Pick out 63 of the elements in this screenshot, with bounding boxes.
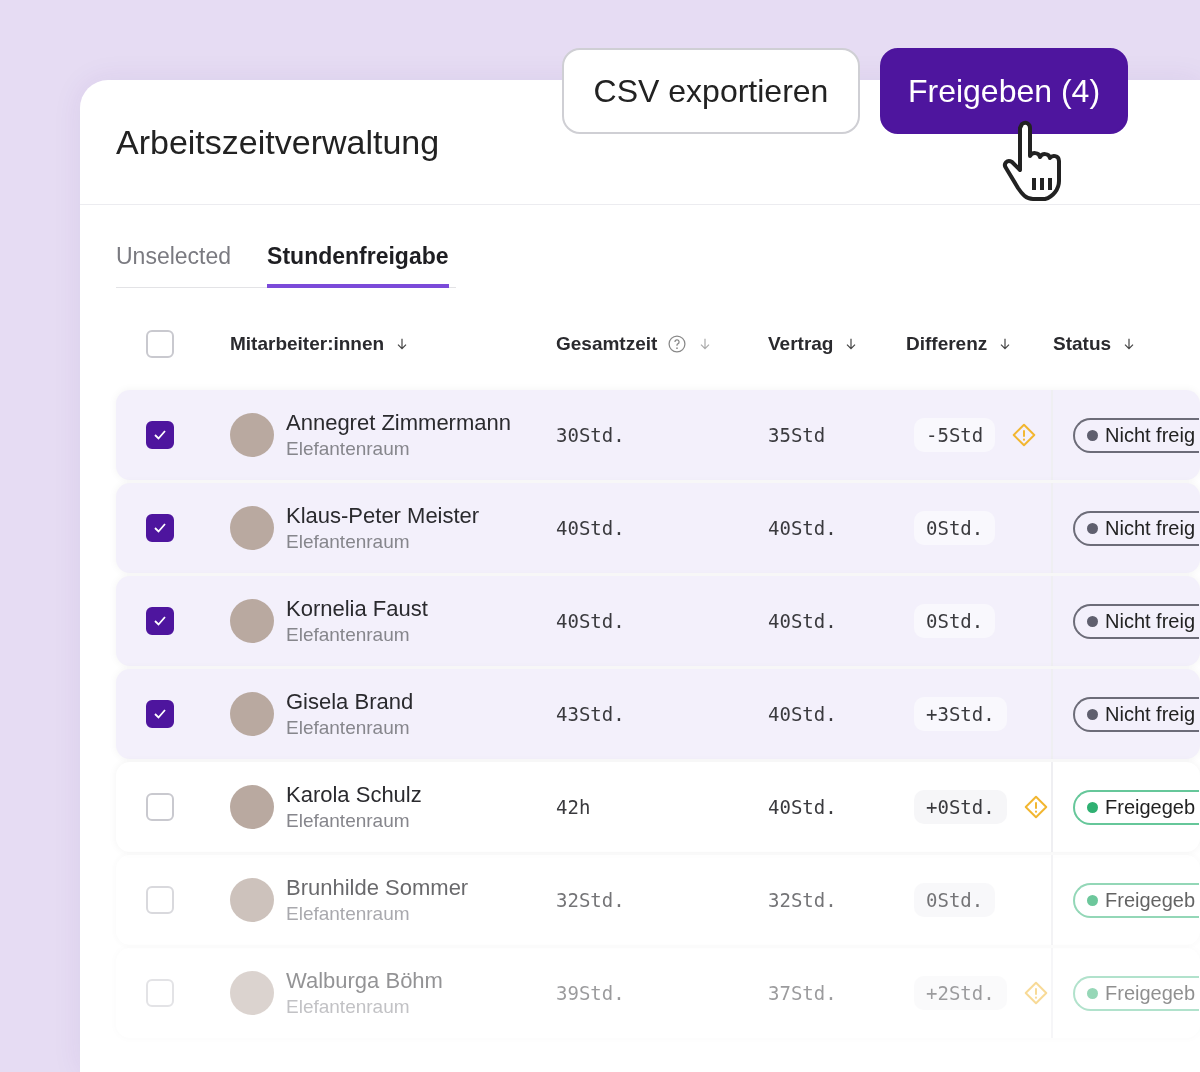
avatar: [230, 692, 274, 736]
contract-time: 40Std.: [768, 703, 837, 725]
total-time: 30Std.: [556, 424, 625, 446]
group-name: Elefantenraum: [286, 438, 411, 460]
column-header[interactable]: Differenz: [906, 333, 988, 355]
avatar: [230, 971, 274, 1015]
total-time: 42h: [556, 796, 591, 818]
contract-time: 40Std.: [768, 610, 837, 632]
contract-time: 32Std.: [768, 889, 837, 911]
column-header[interactable]: Vertrag: [768, 333, 834, 355]
checkbox[interactable]: [146, 607, 174, 635]
column-header[interactable]: Gesamtzeit: [556, 333, 658, 355]
contract-time: 40Std.: [768, 796, 837, 818]
status-badge: Nicht freig: [1073, 603, 1200, 639]
total-time: 43Std.: [556, 703, 625, 725]
difference-value: +0Std.: [914, 790, 1007, 824]
avatar: [230, 599, 274, 643]
status-badge: Freigegeb: [1073, 789, 1200, 825]
employee-name: Karola Schulz: [286, 782, 423, 808]
avatar: [230, 878, 274, 922]
difference-value: +2Std.: [914, 976, 1007, 1010]
employee-name: Klaus-Peter Meister: [286, 503, 481, 529]
page-title: Arbeitszeitverwaltung: [116, 122, 440, 162]
employee-name: Annegret Zimmermann: [286, 410, 512, 436]
difference-value: -5Std: [914, 418, 996, 452]
total-time: 40Std.: [556, 610, 625, 632]
status-badge: Nicht freig: [1073, 417, 1200, 453]
column-header[interactable]: Status: [1053, 333, 1112, 355]
column-header[interactable]: Mitarbeiter:innen: [230, 333, 385, 355]
avatar: [230, 413, 274, 457]
checkbox[interactable]: [146, 514, 174, 542]
tab[interactable]: Unselected: [116, 239, 232, 288]
status-badge: Nicht freig: [1073, 510, 1200, 546]
total-time: 39Std.: [556, 982, 625, 1004]
export-button[interactable]: CSV exportieren: [562, 48, 860, 134]
contract-time: 35Std: [768, 424, 826, 446]
status-badge: Freigegeb: [1073, 882, 1200, 918]
status-badge: Nicht freig: [1073, 696, 1200, 732]
avatar: [230, 785, 274, 829]
status-badge: Freigegeb: [1073, 975, 1200, 1011]
checkbox[interactable]: [146, 700, 174, 728]
contract-time: 40Std.: [768, 517, 837, 539]
tab[interactable]: Stundenfreigabe: [267, 239, 449, 288]
avatar: [230, 506, 274, 550]
checkbox[interactable]: [146, 421, 174, 449]
difference-value: 0Std.: [914, 883, 996, 917]
employee-name: Walburga Böhm: [286, 968, 444, 994]
group-name: Elefantenraum: [286, 531, 411, 553]
group-name: Elefantenraum: [286, 717, 411, 739]
group-name: Elefantenraum: [286, 810, 411, 832]
total-time: 40Std.: [556, 517, 625, 539]
group-name: Elefantenraum: [286, 996, 411, 1018]
release-button[interactable]: Freigeben (4): [880, 48, 1128, 134]
employee-name: Gisela Brand: [286, 689, 415, 715]
group-name: Elefantenraum: [286, 624, 411, 646]
difference-value: 0Std.: [914, 511, 996, 545]
group-name: Elefantenraum: [286, 903, 411, 925]
employee-name: Kornelia Faust: [286, 596, 429, 622]
employee-name: Brunhilde Sommer: [286, 875, 470, 901]
total-time: 32Std.: [556, 889, 625, 911]
difference-value: 0Std.: [914, 604, 996, 638]
difference-value: +3Std.: [914, 697, 1007, 731]
contract-time: 37Std.: [768, 982, 837, 1004]
